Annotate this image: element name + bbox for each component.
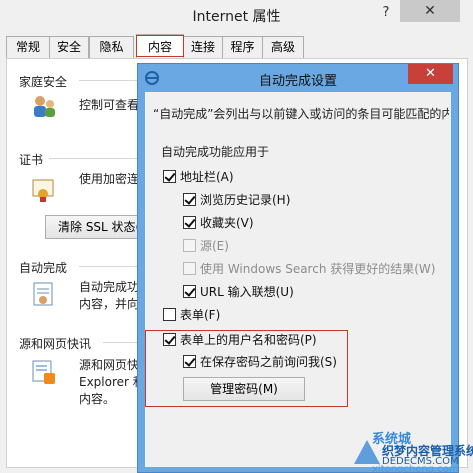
certificates-heading: 证书	[19, 153, 44, 167]
divider	[79, 266, 139, 267]
divider	[49, 158, 139, 159]
address-bar-checkbox[interactable]	[163, 170, 176, 183]
feeds-text-line2: Explorer 和其	[79, 375, 139, 389]
forms-checkbox[interactable]	[163, 308, 176, 321]
feeds-text-line3: 内容。	[79, 392, 116, 406]
dialog-description: “自动完成”会列出与以前键入或访问的条目可能匹配的内容。	[153, 107, 449, 121]
windows-search-option[interactable]: 使用 Windows Search 获得更好的结果(W)	[183, 262, 435, 279]
url-suggestions-option[interactable]: URL 输入联想(U)	[183, 285, 294, 302]
favorites-label: 收藏夹(V)	[200, 216, 254, 230]
tab-highlight-box	[136, 35, 184, 57]
tab-connections[interactable]: 连接	[183, 36, 223, 58]
feeds-heading: 源和网页快讯	[19, 337, 92, 351]
certificates-text: 使用加密连接	[79, 172, 139, 186]
dialog-title-bar: 自动完成设置 ✕	[138, 64, 458, 92]
tab-strip: 常规 安全 隐私 内容 连接 程序 高级	[0, 34, 473, 58]
feeds-icon	[31, 359, 57, 385]
windows-search-label: 使用 Windows Search 获得更好的结果(W)	[200, 262, 436, 276]
autocomplete-heading: 自动完成	[19, 261, 68, 275]
help-button[interactable]: ?	[375, 2, 397, 24]
windows-search-checkbox[interactable]	[183, 262, 196, 275]
address-bar-label: 地址栏(A)	[180, 170, 234, 184]
family-safety-icon	[31, 93, 57, 119]
autocomplete-icon	[31, 281, 57, 307]
dialog-close-button[interactable]: ✕	[408, 64, 453, 84]
title-bar: Internet 属性 ? ✕	[0, 0, 473, 30]
feeds-checkbox[interactable]	[183, 239, 196, 252]
feeds-option[interactable]: 源(E)	[183, 239, 229, 256]
forms-option[interactable]: 表单(F)	[163, 308, 220, 325]
forms-label: 表单(F)	[180, 308, 221, 322]
tab-advanced[interactable]: 高级	[262, 36, 304, 58]
family-safety-text: 控制可查看的	[79, 98, 139, 112]
autocomplete-settings-dialog: 自动完成设置 ✕ “自动完成”会列出与以前键入或访问的条目可能匹配的内容。 自动…	[137, 63, 459, 473]
url-suggestions-label: URL 输入联想(U)	[200, 285, 294, 299]
family-safety-heading: 家庭安全	[19, 75, 68, 89]
feeds-text-line1: 源和网页快讯	[79, 358, 139, 372]
autocomplete-text-line2: 内容，并向你	[79, 297, 139, 311]
address-bar-option[interactable]: 地址栏(A)	[163, 170, 234, 187]
browsing-history-checkbox[interactable]	[183, 193, 196, 206]
highlight-box	[145, 330, 348, 407]
tab-security[interactable]: 安全	[49, 36, 89, 58]
dialog-body: “自动完成”会列出与以前键入或访问的条目可能匹配的内容。 自动完成功能应用于 地…	[145, 92, 451, 467]
favorites-option[interactable]: 收藏夹(V)	[183, 216, 254, 233]
clear-ssl-state-button[interactable]: 清除 SSL 状态(S)	[45, 215, 145, 239]
feeds-label: 源(E)	[200, 239, 229, 253]
tab-privacy[interactable]: 隐私	[89, 36, 134, 58]
divider	[103, 342, 139, 343]
certificate-icon	[31, 177, 57, 203]
url-suggestions-checkbox[interactable]	[183, 285, 196, 298]
autocomplete-text-line1: 自动完成功能	[79, 280, 139, 294]
watermark-line4: xitongcheng.com	[372, 464, 459, 473]
browsing-history-label: 浏览历史记录(H)	[200, 193, 291, 207]
tab-programs[interactable]: 程序	[222, 36, 263, 58]
favorites-checkbox[interactable]	[183, 216, 196, 229]
browsing-history-option[interactable]: 浏览历史记录(H)	[183, 193, 290, 210]
watermark: 系统城 织梦内容管理系统 DEDECMS.COM xitongcheng.com	[352, 428, 473, 473]
autocomplete-group-label: 自动完成功能应用于	[161, 145, 270, 159]
tab-general[interactable]: 常规	[6, 36, 50, 58]
divider	[79, 80, 139, 81]
close-button[interactable]: ✕	[400, 0, 460, 22]
